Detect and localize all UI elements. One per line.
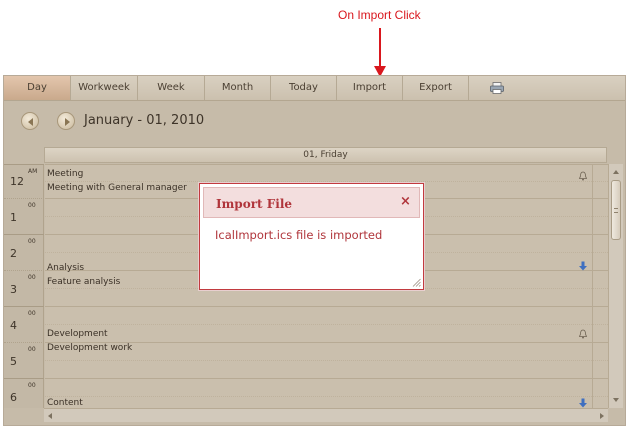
annotation-arrow-shaft (379, 28, 381, 68)
tab-day[interactable]: Day (4, 76, 71, 100)
slot-divider (45, 360, 608, 361)
slot-divider (45, 378, 608, 379)
tab-export[interactable]: Export (403, 76, 469, 100)
tab-month[interactable]: Month (205, 76, 271, 100)
minutes-label: 00 (28, 346, 36, 353)
minutes-label: 00 (28, 202, 36, 209)
import-file-dialog: Import File × IcalImport.ics file is imp… (199, 183, 424, 290)
minutes-label: 00 (28, 382, 36, 389)
dialog-title: Import File (216, 197, 293, 211)
slot-divider (45, 164, 608, 165)
scroll-down-icon[interactable] (613, 398, 619, 402)
previous-date-button[interactable] (21, 112, 39, 130)
time-ruler: 12 AM 00 1 00 2 00 3 00 4 00 5 00 6 (4, 164, 44, 408)
time-slot: 00 6 (4, 378, 44, 408)
hour-label: 6 (10, 391, 17, 404)
down-arrow-icon[interactable] (578, 261, 588, 271)
hour-label: 3 (10, 283, 17, 296)
hour-label: 1 (10, 211, 17, 224)
day-column-gutter (592, 164, 608, 408)
hour-label: 5 (10, 355, 17, 368)
slot-divider (45, 306, 608, 307)
hour-label: 12 (10, 175, 24, 188)
scroll-left-icon[interactable] (48, 413, 52, 419)
vertical-scroll-thumb[interactable] (611, 180, 621, 240)
dialog-message: IcalImport.ics file is imported (215, 228, 383, 242)
tab-today[interactable]: Today (271, 76, 337, 100)
resize-grip-icon[interactable] (412, 278, 421, 287)
appointment-development[interactable]: Development Development work (45, 327, 592, 355)
minutes-label: 00 (28, 274, 36, 281)
tab-import[interactable]: Import (337, 76, 403, 100)
vertical-scrollbar[interactable] (608, 164, 623, 408)
appointment-subject: Development (47, 329, 108, 339)
grip-icon (614, 208, 618, 213)
printer-icon[interactable] (490, 82, 504, 94)
reminder-bell-icon[interactable] (578, 329, 588, 339)
next-date-button[interactable] (57, 112, 75, 130)
down-arrow-icon[interactable] (578, 398, 588, 408)
appointment-subject: Meeting (47, 169, 84, 179)
day-column-header: 01, Friday (44, 147, 607, 163)
date-navigation: January - 01, 2010 (4, 102, 625, 142)
dialog-header[interactable]: Import File × (203, 187, 420, 218)
page: On Import Click Day Workweek Week Month … (0, 0, 629, 429)
current-date-title: January - 01, 2010 (84, 113, 205, 128)
slot-divider (45, 324, 608, 325)
appointment-subject: Content (47, 398, 83, 408)
view-toolbar: Day Workweek Week Month Today Import Exp… (4, 76, 625, 101)
minutes-label: 00 (28, 310, 36, 317)
hour-label: 2 (10, 247, 17, 260)
annotation-label: On Import Click (338, 8, 421, 22)
reminder-bell-icon[interactable] (578, 171, 588, 181)
close-icon[interactable]: × (400, 194, 411, 209)
horizontal-scrollbar[interactable] (44, 408, 608, 422)
next-arrow-icon (65, 118, 70, 126)
hour-label: 4 (10, 319, 17, 332)
minutes-label: 00 (28, 238, 36, 245)
ampm-label: AM (28, 168, 38, 175)
previous-arrow-icon (28, 118, 33, 126)
scroll-right-icon[interactable] (600, 413, 604, 419)
tab-week[interactable]: Week (138, 76, 205, 100)
tab-workweek[interactable]: Workweek (71, 76, 138, 100)
appointment-content[interactable]: Content (45, 396, 592, 408)
scroll-up-icon[interactable] (613, 170, 619, 174)
appointment-description: Development work (47, 343, 133, 353)
